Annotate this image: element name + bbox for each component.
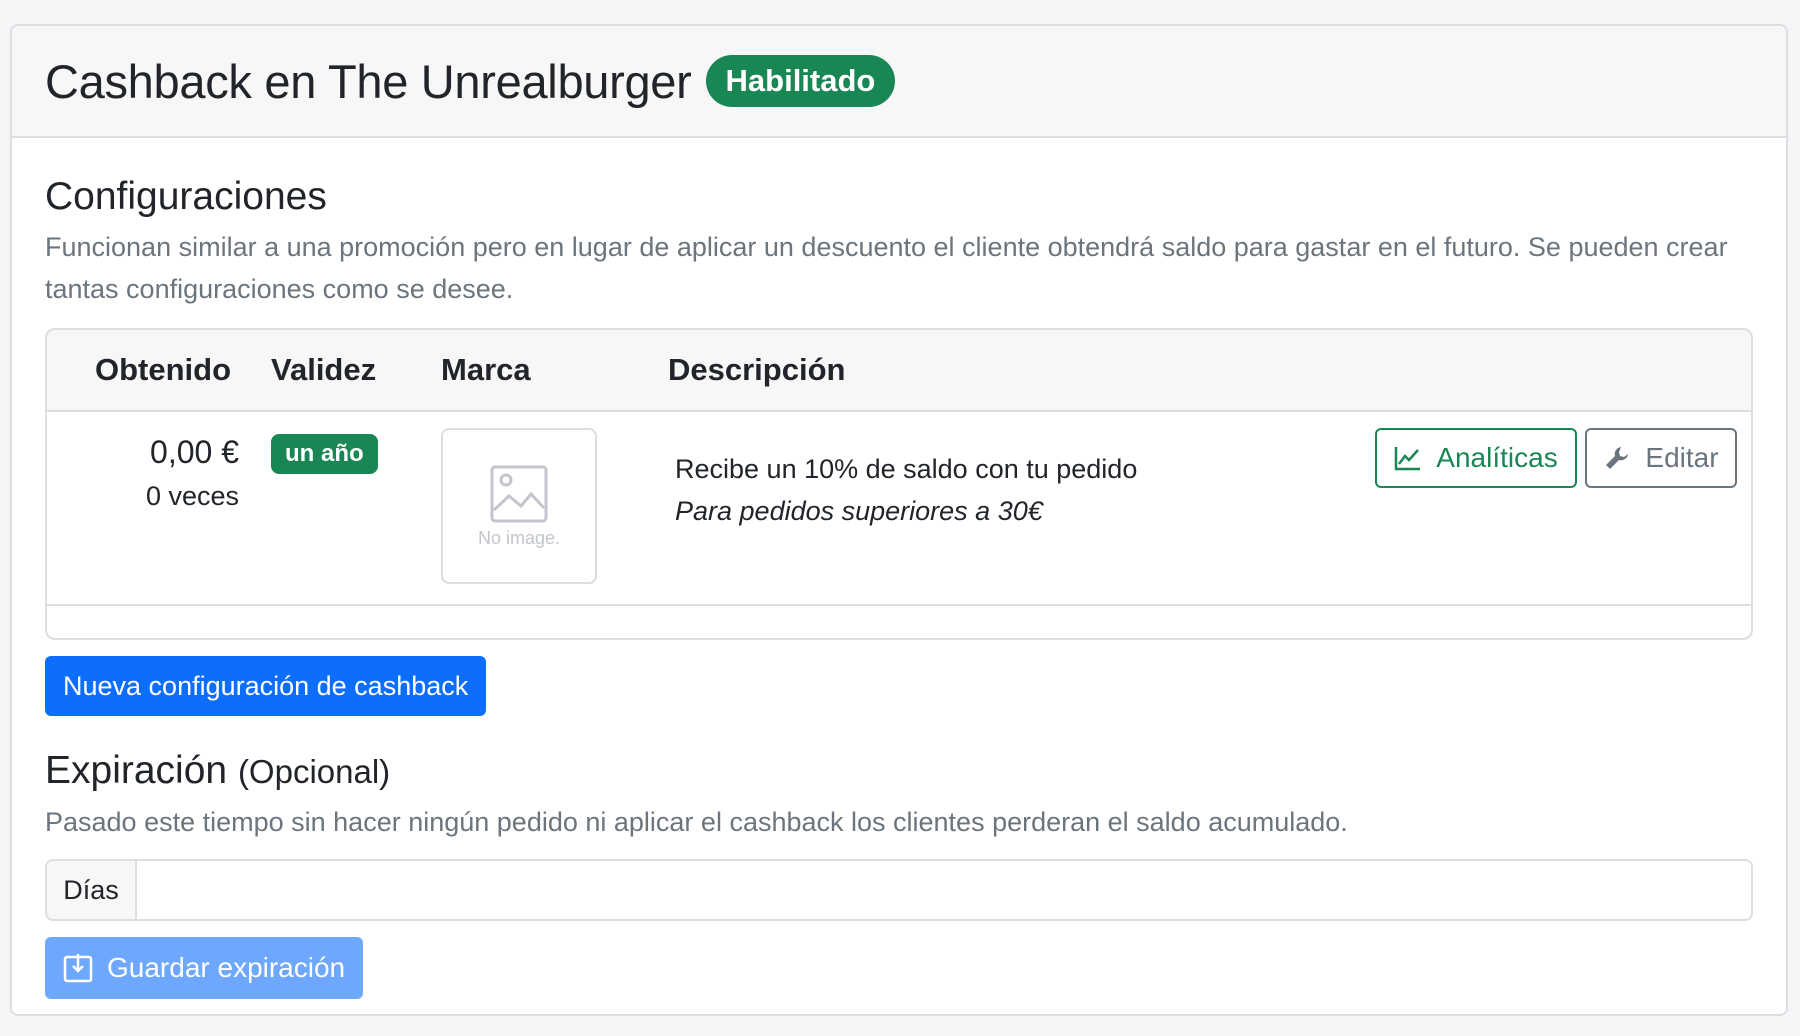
days-input[interactable] xyxy=(137,861,1751,919)
column-header-marca: Marca xyxy=(441,352,531,387)
analytics-button[interactable]: Analíticas xyxy=(1375,428,1577,488)
configurations-title: Configuraciones xyxy=(45,175,327,218)
no-image-label: No image. xyxy=(477,527,561,548)
card-header: Cashback en The Unrealburger Habilitado xyxy=(12,26,1786,138)
obtained-amount: 0,00 € xyxy=(150,434,239,470)
new-cashback-config-button[interactable]: Nueva configuración de cashback xyxy=(45,656,487,716)
save-expiration-label: Guardar expiración xyxy=(107,952,346,983)
save-icon xyxy=(63,954,93,983)
edit-label: Editar xyxy=(1645,442,1719,473)
expiration-optional: (Opcional) xyxy=(237,753,391,790)
expiration-title-text: Expiración xyxy=(45,749,228,792)
configurations-table: Obtenido Validez Marca Descripción 0,00 … xyxy=(45,328,1753,640)
obtained-times: 0 veces xyxy=(145,481,239,511)
status-badge: Habilitado xyxy=(705,55,896,107)
expiration-description: Pasado este tiempo sin hacer ningún pedi… xyxy=(45,807,1348,837)
page-title: Cashback en The Unrealburger xyxy=(45,54,692,108)
description-cell: Recibe un 10% de saldo con tu pedido Par… xyxy=(675,448,1137,532)
configurations-description: Funcionan similar a una promoción pero e… xyxy=(45,232,1728,304)
cashback-card: Cashback en The Unrealburger Habilitado … xyxy=(10,24,1788,1016)
expiration-input-group: Días xyxy=(45,859,1753,921)
column-header-descripcion: Descripción xyxy=(668,352,846,387)
validity-badge: un año xyxy=(271,434,378,474)
save-expiration-button[interactable]: Guardar expiración xyxy=(45,937,364,999)
wrench-icon xyxy=(1606,447,1629,469)
brand-image-placeholder: No image. xyxy=(441,428,597,584)
edit-button[interactable]: Editar xyxy=(1585,428,1737,488)
image-placeholder-icon xyxy=(490,465,548,522)
days-label: Días xyxy=(47,861,137,919)
chart-line-icon xyxy=(1395,447,1421,471)
description-text: Recibe un 10% de saldo con tu pedido xyxy=(675,454,1138,484)
description-note: Para pedidos superiores a 30€ xyxy=(675,496,1043,526)
table-header: Obtenido Validez Marca Descripción xyxy=(47,330,1751,412)
card-body: Configuraciones Funcionan similar a una … xyxy=(12,174,1786,999)
column-header-obtenido: Obtenido xyxy=(95,352,232,387)
analytics-label: Analíticas xyxy=(1436,442,1558,473)
column-header-validez: Validez xyxy=(271,352,377,387)
table-row: 0,00 € 0 veces un año No image. Recibe u… xyxy=(47,412,1751,606)
expiration-title: Expiración (Opcional) xyxy=(45,748,1753,795)
obtained-cell: 0,00 € 0 veces xyxy=(146,432,239,516)
